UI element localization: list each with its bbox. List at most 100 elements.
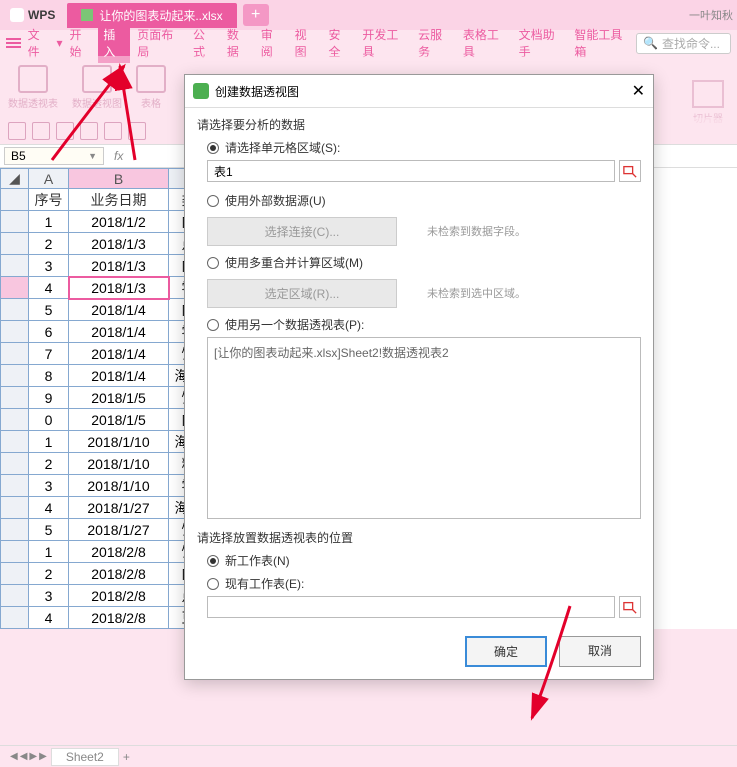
col-header-a[interactable]: A bbox=[29, 169, 69, 189]
radio-external[interactable]: 使用外部数据源(U) bbox=[207, 192, 641, 209]
row-header[interactable] bbox=[1, 211, 29, 233]
ribbon-pivottable[interactable]: 数据透视表 bbox=[8, 58, 58, 116]
cell[interactable]: 2018/1/3 bbox=[69, 277, 169, 299]
existing-location-input[interactable] bbox=[207, 596, 615, 618]
cell[interactable]: 3 bbox=[29, 585, 69, 607]
row-header[interactable] bbox=[1, 321, 29, 343]
row-header[interactable] bbox=[1, 453, 29, 475]
row-header[interactable] bbox=[1, 563, 29, 585]
cell[interactable]: 2018/2/8 bbox=[69, 541, 169, 563]
row-header[interactable] bbox=[1, 233, 29, 255]
sheet-tab[interactable]: Sheet2 bbox=[51, 748, 119, 766]
location-picker-button[interactable] bbox=[619, 596, 641, 618]
col-header-b[interactable]: B bbox=[69, 169, 169, 189]
range-picker-button[interactable] bbox=[619, 160, 641, 182]
radio-another-pivot[interactable]: 使用另一个数据透视表(P): bbox=[207, 316, 641, 333]
cell[interactable]: 1 bbox=[29, 211, 69, 233]
table-row[interactable]: 32018/1/10零 bbox=[1, 475, 209, 497]
table-row[interactable]: 12018/2/8饮 bbox=[1, 541, 209, 563]
cell[interactable]: 1 bbox=[29, 431, 69, 453]
cell[interactable]: 2018/2/8 bbox=[69, 607, 169, 629]
row-header[interactable] bbox=[1, 365, 29, 387]
header-seq[interactable]: 序号 bbox=[29, 189, 69, 211]
name-box[interactable]: B5 ▼ bbox=[4, 147, 104, 165]
row-header[interactable] bbox=[1, 409, 29, 431]
table-row[interactable]: 72018/1/4饮 bbox=[1, 343, 209, 365]
table-row[interactable]: 92018/1/5饮 bbox=[1, 387, 209, 409]
cell[interactable]: 2018/1/27 bbox=[69, 497, 169, 519]
table-row[interactable]: 12018/1/2肉 bbox=[1, 211, 209, 233]
radio-multi[interactable]: 使用多重合并计算区域(M) bbox=[207, 254, 641, 271]
cell[interactable]: 5 bbox=[29, 519, 69, 541]
hamburger-icon[interactable] bbox=[6, 38, 21, 48]
cell[interactable]: 5 bbox=[29, 299, 69, 321]
cell[interactable]: 2018/2/8 bbox=[69, 563, 169, 585]
row-header[interactable] bbox=[1, 431, 29, 453]
row-header[interactable] bbox=[1, 299, 29, 321]
row-header[interactable] bbox=[1, 541, 29, 563]
row-header[interactable] bbox=[1, 277, 29, 299]
row-header[interactable] bbox=[1, 475, 29, 497]
table-row[interactable]: 62018/1/4零 bbox=[1, 321, 209, 343]
cell[interactable]: 2 bbox=[29, 563, 69, 585]
cell[interactable]: 2018/1/2 bbox=[69, 211, 169, 233]
cell[interactable]: 2018/1/10 bbox=[69, 475, 169, 497]
qbtn-5[interactable] bbox=[104, 122, 122, 140]
cell[interactable]: 2018/1/3 bbox=[69, 255, 169, 277]
qbtn-2[interactable] bbox=[32, 122, 50, 140]
header-date[interactable]: 业务日期 bbox=[69, 189, 169, 211]
cell[interactable]: 2018/1/3 bbox=[69, 233, 169, 255]
ok-button[interactable]: 确定 bbox=[465, 636, 547, 667]
cell[interactable]: 2018/1/10 bbox=[69, 453, 169, 475]
table-row[interactable]: 52018/1/4肉 bbox=[1, 299, 209, 321]
cell[interactable]: 1 bbox=[29, 541, 69, 563]
table-row[interactable]: 32018/1/3肉 bbox=[1, 255, 209, 277]
table-row[interactable]: 42018/2/8豆 bbox=[1, 607, 209, 629]
cell[interactable]: 0 bbox=[29, 409, 69, 431]
add-sheet-button[interactable]: + bbox=[123, 750, 130, 764]
qbtn-6[interactable] bbox=[128, 122, 146, 140]
table-row[interactable]: 52018/1/27饮 bbox=[1, 519, 209, 541]
ribbon-pivotchart[interactable]: 数据透视图 bbox=[72, 58, 122, 116]
table-row[interactable]: 22018/1/3点 bbox=[1, 233, 209, 255]
cell[interactable]: 2018/1/4 bbox=[69, 299, 169, 321]
radio-select-range[interactable]: 请选择单元格区域(S): bbox=[207, 139, 641, 156]
sheet-nav[interactable]: ◀◀▶▶ bbox=[10, 751, 47, 762]
cell[interactable]: 2018/1/10 bbox=[69, 431, 169, 453]
cell[interactable]: 2 bbox=[29, 233, 69, 255]
cell[interactable]: 7 bbox=[29, 343, 69, 365]
cell[interactable]: 8 bbox=[29, 365, 69, 387]
cell[interactable]: 3 bbox=[29, 255, 69, 277]
command-search[interactable]: 🔍 查找命令... bbox=[636, 33, 731, 54]
fx-icon[interactable]: fx bbox=[108, 149, 129, 163]
cell[interactable]: 3 bbox=[29, 475, 69, 497]
qbtn-1[interactable] bbox=[8, 122, 26, 140]
cell[interactable]: 2018/1/27 bbox=[69, 519, 169, 541]
cell[interactable]: 6 bbox=[29, 321, 69, 343]
another-pivot-list[interactable]: [让你的图表动起来.xlsx]Sheet2!数据透视表2 bbox=[207, 337, 641, 519]
radio-new-sheet[interactable]: 新工作表(N) bbox=[207, 552, 641, 569]
qbtn-3[interactable] bbox=[56, 122, 74, 140]
row-header[interactable] bbox=[1, 343, 29, 365]
range-input[interactable] bbox=[207, 160, 615, 182]
cell[interactable]: 2018/1/4 bbox=[69, 365, 169, 387]
row-header[interactable] bbox=[1, 255, 29, 277]
select-all-corner[interactable]: ◢ bbox=[1, 169, 29, 189]
row-header[interactable] bbox=[1, 387, 29, 409]
table-row[interactable]: 22018/1/10粗 bbox=[1, 453, 209, 475]
cell[interactable]: 2 bbox=[29, 453, 69, 475]
row-header[interactable] bbox=[1, 519, 29, 541]
cell[interactable]: 2018/1/5 bbox=[69, 387, 169, 409]
close-icon[interactable]: ✕ bbox=[632, 81, 645, 101]
table-row[interactable]: 22018/2/8肉 bbox=[1, 563, 209, 585]
ribbon-table[interactable]: 表格 bbox=[136, 58, 166, 116]
qbtn-4[interactable] bbox=[80, 122, 98, 140]
table-row[interactable]: 02018/1/5肉 bbox=[1, 409, 209, 431]
table-row[interactable]: 12018/1/10海鲜 bbox=[1, 431, 209, 453]
cell[interactable]: 4 bbox=[29, 497, 69, 519]
table-row[interactable]: 42018/1/27海鲜 bbox=[1, 497, 209, 519]
cell[interactable]: 4 bbox=[29, 607, 69, 629]
radio-existing-sheet[interactable]: 现有工作表(E): bbox=[207, 575, 641, 592]
row-header[interactable] bbox=[1, 189, 29, 211]
table-row[interactable]: 42018/1/3零 bbox=[1, 277, 209, 299]
